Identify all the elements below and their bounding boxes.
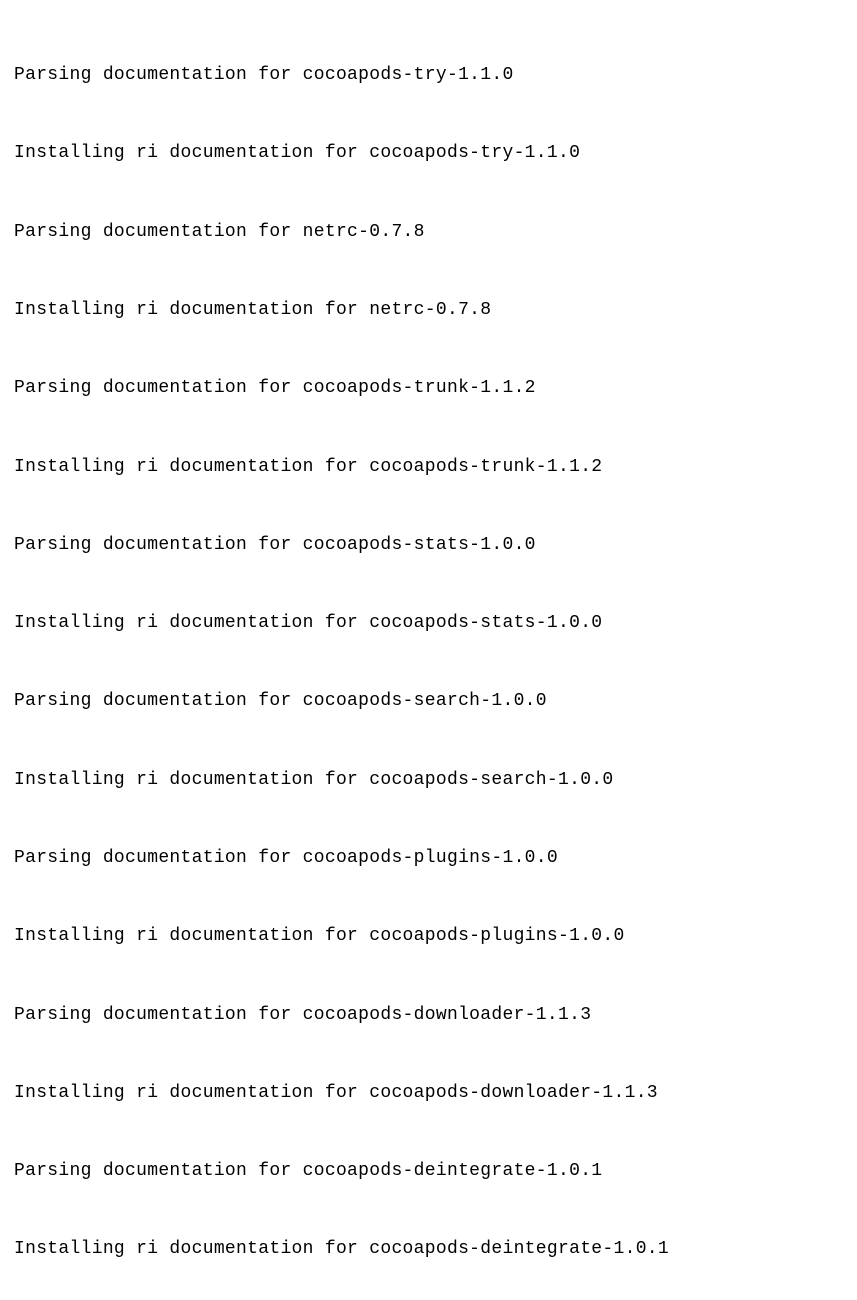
terminal-line: Parsing documentation for cocoapods-dein… bbox=[14, 1158, 843, 1184]
terminal-line: Installing ri documentation for cocoapod… bbox=[14, 1236, 843, 1262]
terminal-output: Parsing documentation for cocoapods-try-… bbox=[14, 10, 843, 1300]
terminal-line: Installing ri documentation for cocoapod… bbox=[14, 1080, 843, 1106]
terminal-line: Parsing documentation for cocoapods-stat… bbox=[14, 532, 843, 558]
terminal-line: Installing ri documentation for cocoapod… bbox=[14, 767, 843, 793]
terminal-line: Installing ri documentation for cocoapod… bbox=[14, 923, 843, 949]
terminal-line: Installing ri documentation for netrc-0.… bbox=[14, 297, 843, 323]
terminal-line: Parsing documentation for cocoapods-sear… bbox=[14, 688, 843, 714]
terminal-line: Parsing documentation for cocoapods-down… bbox=[14, 1002, 843, 1028]
terminal-line: Parsing documentation for cocoapods-try-… bbox=[14, 62, 843, 88]
terminal-line: Parsing documentation for cocoapods-trun… bbox=[14, 375, 843, 401]
terminal-line: Parsing documentation for cocoapods-plug… bbox=[14, 845, 843, 871]
terminal-line: Installing ri documentation for cocoapod… bbox=[14, 140, 843, 166]
terminal-line: Installing ri documentation for cocoapod… bbox=[14, 454, 843, 480]
terminal-line: Parsing documentation for netrc-0.7.8 bbox=[14, 219, 843, 245]
terminal-line: Installing ri documentation for cocoapod… bbox=[14, 610, 843, 636]
